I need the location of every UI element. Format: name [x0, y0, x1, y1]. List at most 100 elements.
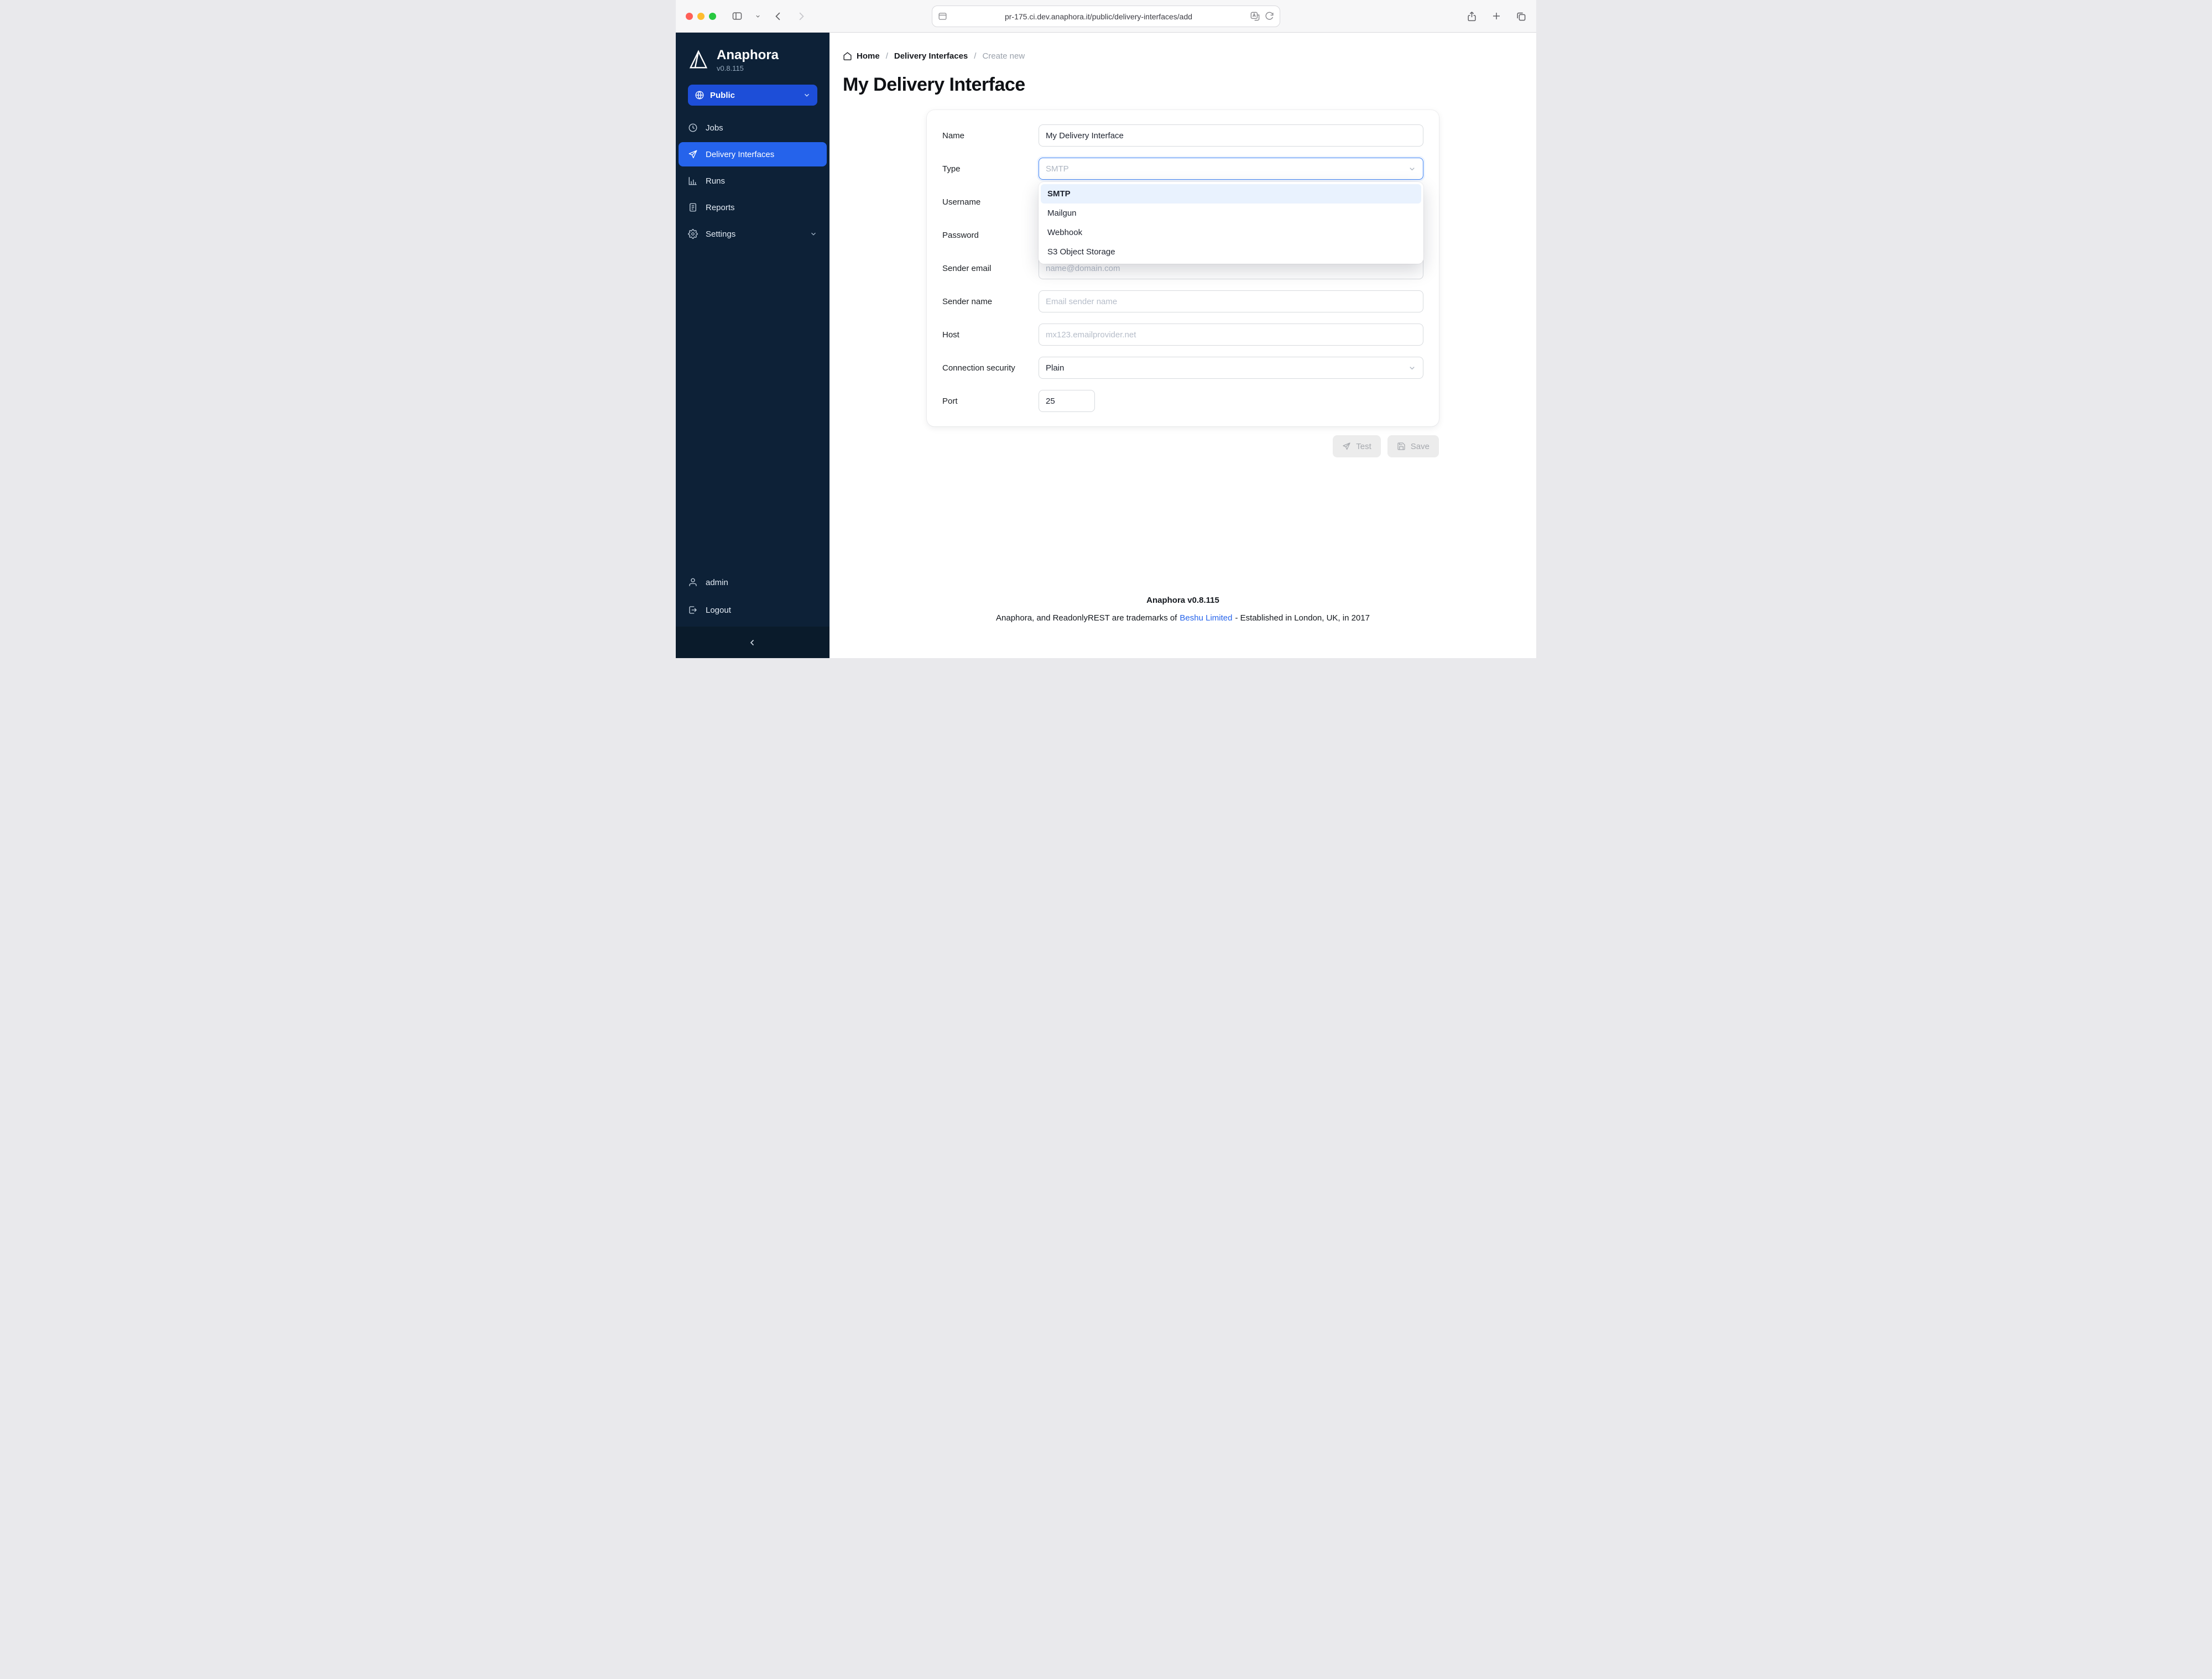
window-controls: [686, 12, 716, 20]
connection-security-select[interactable]: Plain: [1039, 357, 1423, 379]
chevron-down-icon: [1408, 165, 1416, 173]
sidebar-item-delivery-interfaces[interactable]: Delivery Interfaces: [679, 142, 827, 167]
form-row-host: Host: [942, 324, 1423, 346]
breadcrumb-separator: /: [974, 51, 977, 61]
sidebar-item-logout[interactable]: Logout: [679, 598, 827, 622]
page-title: My Delivery Interface: [843, 74, 1025, 95]
reload-icon[interactable]: [1265, 12, 1274, 21]
sidebar-item-settings[interactable]: Settings: [679, 222, 827, 246]
chevron-left-icon: [748, 638, 758, 648]
zoom-window-button[interactable]: [709, 12, 716, 20]
sender-name-label: Sender name: [942, 296, 993, 306]
footer-established-text: - Established in London, UK, in 2017: [1235, 613, 1370, 623]
sender-name-input[interactable]: [1039, 290, 1423, 312]
type-select-value: SMTP: [1046, 164, 1069, 174]
breadcrumb-delivery-interfaces[interactable]: Delivery Interfaces: [894, 51, 968, 61]
chevron-down-icon: [810, 230, 817, 238]
sidebar-account: admin Logout: [676, 570, 830, 627]
sidebar-item-runs[interactable]: Runs: [679, 169, 827, 193]
back-icon[interactable]: [773, 11, 784, 22]
page-icon: [938, 12, 947, 21]
tenant-selector[interactable]: Public: [688, 85, 817, 106]
close-window-button[interactable]: [686, 12, 693, 20]
toolbar-chevron-down-icon[interactable]: [755, 13, 761, 19]
host-input[interactable]: [1039, 324, 1423, 346]
sidebar-item-label: Delivery Interfaces: [706, 149, 775, 159]
footer-version: Anaphora v0.8.115: [1146, 596, 1219, 605]
brand: Anaphora v0.8.115: [676, 33, 830, 76]
test-button[interactable]: Test: [1333, 435, 1381, 457]
form-row-connection-security: Connection security Plain: [942, 357, 1423, 379]
page-footer: Anaphora v0.8.115 Anaphora, and Readonly…: [830, 596, 1536, 658]
user-icon: [688, 577, 698, 587]
browser-window: pr-175.ci.dev.anaphora.it/public/deliver…: [676, 0, 1536, 658]
dropdown-option-webhook[interactable]: Webhook: [1041, 223, 1421, 242]
sidebar-item-admin[interactable]: admin: [679, 570, 827, 595]
sidebar-nav: Jobs Delivery Interfaces Runs Reports Se…: [676, 112, 830, 246]
save-button[interactable]: Save: [1387, 435, 1439, 457]
globe-icon: [695, 90, 705, 100]
forward-icon[interactable]: [796, 11, 806, 22]
type-dropdown: SMTP Mailgun Webhook S3 Object Storage: [1039, 182, 1423, 264]
breadcrumb-label: Delivery Interfaces: [894, 51, 968, 61]
clock-icon: [688, 123, 698, 133]
footer-trademark-text: Anaphora, and ReadonlyREST are trademark…: [996, 613, 1177, 623]
tenant-label: Public: [710, 90, 735, 100]
sidebar-item-label: Settings: [706, 229, 736, 239]
form-row-name: Name: [942, 124, 1423, 147]
password-label: Password: [942, 230, 979, 240]
sidebar: Anaphora v0.8.115 Public Jobs Delivery I…: [676, 33, 830, 658]
breadcrumb-separator: /: [885, 51, 888, 61]
name-input[interactable]: [1039, 124, 1423, 147]
save-button-label: Save: [1410, 441, 1430, 451]
sidebar-item-reports[interactable]: Reports: [679, 195, 827, 220]
paper-plane-icon: [688, 149, 698, 159]
sidebar-item-jobs[interactable]: Jobs: [679, 116, 827, 140]
name-label: Name: [942, 131, 965, 140]
sidebar-item-label: Logout: [706, 605, 731, 615]
type-label: Type: [942, 164, 961, 174]
breadcrumb-create-new: Create new: [982, 51, 1025, 61]
breadcrumb-label: Create new: [982, 51, 1025, 61]
address-bar[interactable]: pr-175.ci.dev.anaphora.it/public/deliver…: [932, 6, 1280, 27]
browser-toolbar: pr-175.ci.dev.anaphora.it/public/deliver…: [676, 0, 1536, 33]
share-icon[interactable]: [1467, 11, 1477, 22]
connection-security-label: Connection security: [942, 363, 1015, 373]
form-row-sender-name: Sender name: [942, 290, 1423, 312]
beshu-limited-link[interactable]: Beshu Limited: [1180, 613, 1232, 623]
sidebar-item-label: admin: [706, 577, 728, 587]
brand-version: v0.8.115: [717, 64, 744, 73]
chevron-down-icon: [1408, 364, 1416, 372]
form-actions: Test Save: [927, 435, 1439, 457]
type-select[interactable]: SMTP: [1039, 158, 1423, 180]
breadcrumb-home[interactable]: Home: [843, 51, 880, 61]
sidebar-item-label: Jobs: [706, 123, 723, 133]
form-row-port: Port: [942, 390, 1423, 412]
sidebar-item-label: Runs: [706, 176, 726, 186]
home-icon: [843, 51, 852, 61]
bar-chart-icon: [688, 176, 698, 186]
breadcrumb: Home / Delivery Interfaces / Create new: [830, 33, 1536, 61]
gear-icon: [688, 229, 698, 239]
dropdown-option-s3[interactable]: S3 Object Storage: [1041, 242, 1421, 262]
translate-icon[interactable]: [1250, 11, 1260, 22]
url-text: pr-175.ci.dev.anaphora.it/public/deliver…: [1004, 12, 1193, 21]
tabs-overview-icon[interactable]: [1516, 11, 1526, 22]
port-label: Port: [942, 396, 958, 406]
connection-security-value: Plain: [1046, 363, 1065, 373]
host-label: Host: [942, 330, 959, 340]
port-input[interactable]: [1039, 390, 1095, 412]
main-content: Home / Delivery Interfaces / Create new …: [830, 33, 1536, 658]
username-label: Username: [942, 197, 981, 207]
sidebar-collapse-button[interactable]: [676, 627, 830, 658]
sidebar-toggle-icon[interactable]: [732, 11, 743, 22]
logout-icon: [688, 605, 698, 615]
save-icon: [1397, 442, 1406, 451]
dropdown-option-smtp[interactable]: SMTP: [1041, 184, 1421, 204]
dropdown-option-mailgun[interactable]: Mailgun: [1041, 204, 1421, 223]
minimize-window-button[interactable]: [697, 12, 705, 20]
sender-email-label: Sender email: [942, 263, 992, 273]
form-row-type: Type SMTP SMTP Mailgun Webhook S3 Object…: [942, 158, 1423, 264]
logo-icon: [688, 49, 709, 70]
new-tab-icon[interactable]: [1491, 11, 1501, 21]
